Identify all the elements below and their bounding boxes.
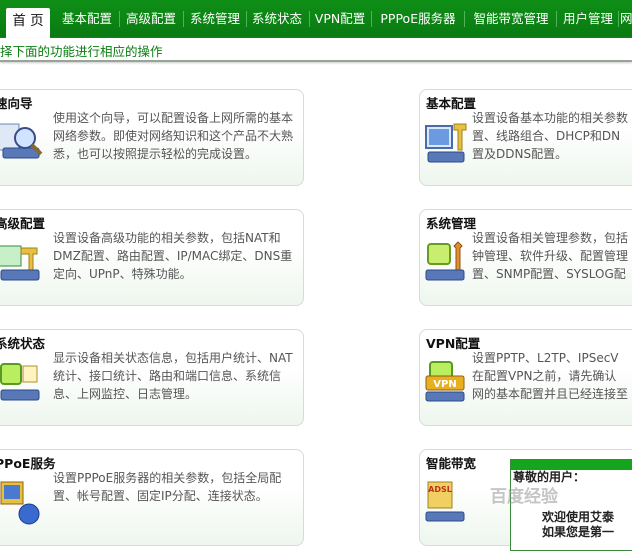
- card-description: 设置设备相关管理参数，包括 钟管理、软件升级、配置管理 置、SNMP配置、SYS…: [472, 229, 632, 283]
- tab-user-management[interactable]: 用户管理: [560, 8, 616, 30]
- card-quick-wizard[interactable]: 速向导 使用这个向导，可以配置设备上网所需的基本网络参数。即使对网络知识和这个产…: [0, 89, 304, 186]
- card-description: 显示设备相关状态信息，包括用户统计、NAT统计、接口统计、路由和端口信息、系统信…: [53, 351, 293, 401]
- desc-line: 设置设备基本功能的相关参数: [472, 111, 629, 125]
- card-system-management[interactable]: 系统管理 设置设备相关管理参数，包括 钟管理、软件升级、配置管理 置、SNMP配…: [419, 209, 632, 306]
- watermark: 百度经验: [490, 487, 558, 507]
- card-description: 设置设备基本功能的相关参数 置、线路组合、DHCP和DN 置及DDNS配置。: [472, 109, 632, 163]
- nav-separator: [556, 11, 557, 27]
- desc-line: 置、SNMP配置、SYSLOG配: [472, 267, 626, 281]
- nav-separator: [309, 11, 310, 27]
- desc-line: 置及DDNS配置。: [472, 147, 568, 161]
- tab-pppoe-server[interactable]: PPPoE服务器: [376, 8, 460, 30]
- card-title: 基本配置: [426, 96, 477, 111]
- card-title: 速向导: [0, 96, 33, 111]
- status-monitor-icon: [0, 363, 40, 401]
- desc-line: 设置设备相关管理参数，包括: [472, 231, 629, 245]
- tab-home[interactable]: 首 页: [6, 8, 50, 38]
- desc-line: 设置PPTP、L2TP、IPSecV: [472, 351, 619, 365]
- hint-bar: 择下面的功能进行相应的操作: [0, 38, 632, 62]
- tab-advanced-config[interactable]: 高级配置: [122, 8, 180, 30]
- top-nav: 首 页 基本配置 高级配置 系统管理 系统状态 VPN配置 PPPoE服务器 智…: [0, 0, 632, 38]
- tab-vpn-config[interactable]: VPN配置: [312, 8, 368, 30]
- nav-separator: [246, 11, 247, 27]
- card-description: 设置PPPoE服务器的相关参数，包括全局配置、帐号配置、固定IP分配、连接状态。: [53, 471, 282, 503]
- advanced-config-icon: [0, 245, 40, 281]
- wrench-monitor-icon: [425, 241, 465, 281]
- tab-network[interactable]: 网: [620, 8, 632, 30]
- card-title: PPoE服务: [0, 456, 56, 471]
- card-description: 设置设备高级功能的相关参数，包括NAT和DMZ配置、路由配置、IP/MAC绑定、…: [53, 231, 293, 281]
- config-monitor-icon: [425, 123, 467, 163]
- card-pppoe-service[interactable]: PPoE服务 设置PPPoE服务器的相关参数，包括全局配置、帐号配置、固定IP分…: [0, 449, 304, 546]
- nav-separator: [119, 11, 120, 27]
- desc-line: 钟管理、软件升级、配置管理: [472, 249, 629, 263]
- nav-separator: [183, 11, 184, 27]
- card-vpn-config[interactable]: VPN配置 设置PPTP、L2TP、IPSecV 在配置VPN之前，请先确认 网…: [419, 329, 632, 426]
- tab-system-management[interactable]: 系统管理: [186, 8, 244, 30]
- nav-separator: [464, 11, 465, 27]
- magnifier-device-icon: [0, 123, 43, 159]
- desc-line: 网的基本配置并且已经连接至: [472, 387, 629, 401]
- adsl-text: ADSL: [428, 485, 452, 494]
- card-description: 使用这个向导，可以配置设备上网所需的基本网络参数。即使对网络知识和这个产品不大熟…: [53, 111, 294, 161]
- tab-bandwidth-management[interactable]: 智能带宽管理: [470, 8, 552, 30]
- card-title: 系统管理: [426, 216, 477, 231]
- pppoe-server-icon: [0, 481, 40, 525]
- nav-separator: [371, 11, 372, 27]
- adsl-icon: ADSL: [425, 481, 465, 522]
- card-title: 系统状态: [0, 336, 46, 351]
- desc-line: 置、线路组合、DHCP和DN: [472, 129, 621, 143]
- card-basic-config[interactable]: 基本配置 设置设备基本功能的相关参数 置、线路组合、DHCP和DN 置及DDNS…: [419, 89, 632, 186]
- card-title: 高级配置: [0, 216, 46, 231]
- svg-text:VPN: VPN: [433, 379, 456, 390]
- card-system-status[interactable]: 系统状态 显示设备相关状态信息，包括用户统计、NAT统计、接口统计、路由和端口信…: [0, 329, 304, 426]
- tab-basic-config[interactable]: 基本配置: [58, 8, 116, 30]
- card-description: 设置PPTP、L2TP、IPSecV 在配置VPN之前，请先确认 网的基本配置并…: [472, 349, 632, 403]
- desc-line: 在配置VPN之前，请先确认: [472, 369, 617, 383]
- vpn-icon: VPN: [425, 361, 465, 402]
- nav-separator: [618, 11, 619, 27]
- popup-line: 如果您是第一: [542, 525, 615, 539]
- card-title: 智能带宽: [426, 456, 477, 471]
- card-advanced-config[interactable]: 高级配置 设置设备高级功能的相关参数，包括NAT和DMZ配置、路由配置、IP/M…: [0, 209, 304, 306]
- hint-text: 择下面的功能进行相应的操作: [0, 44, 163, 59]
- tab-system-status[interactable]: 系统状态: [248, 8, 306, 30]
